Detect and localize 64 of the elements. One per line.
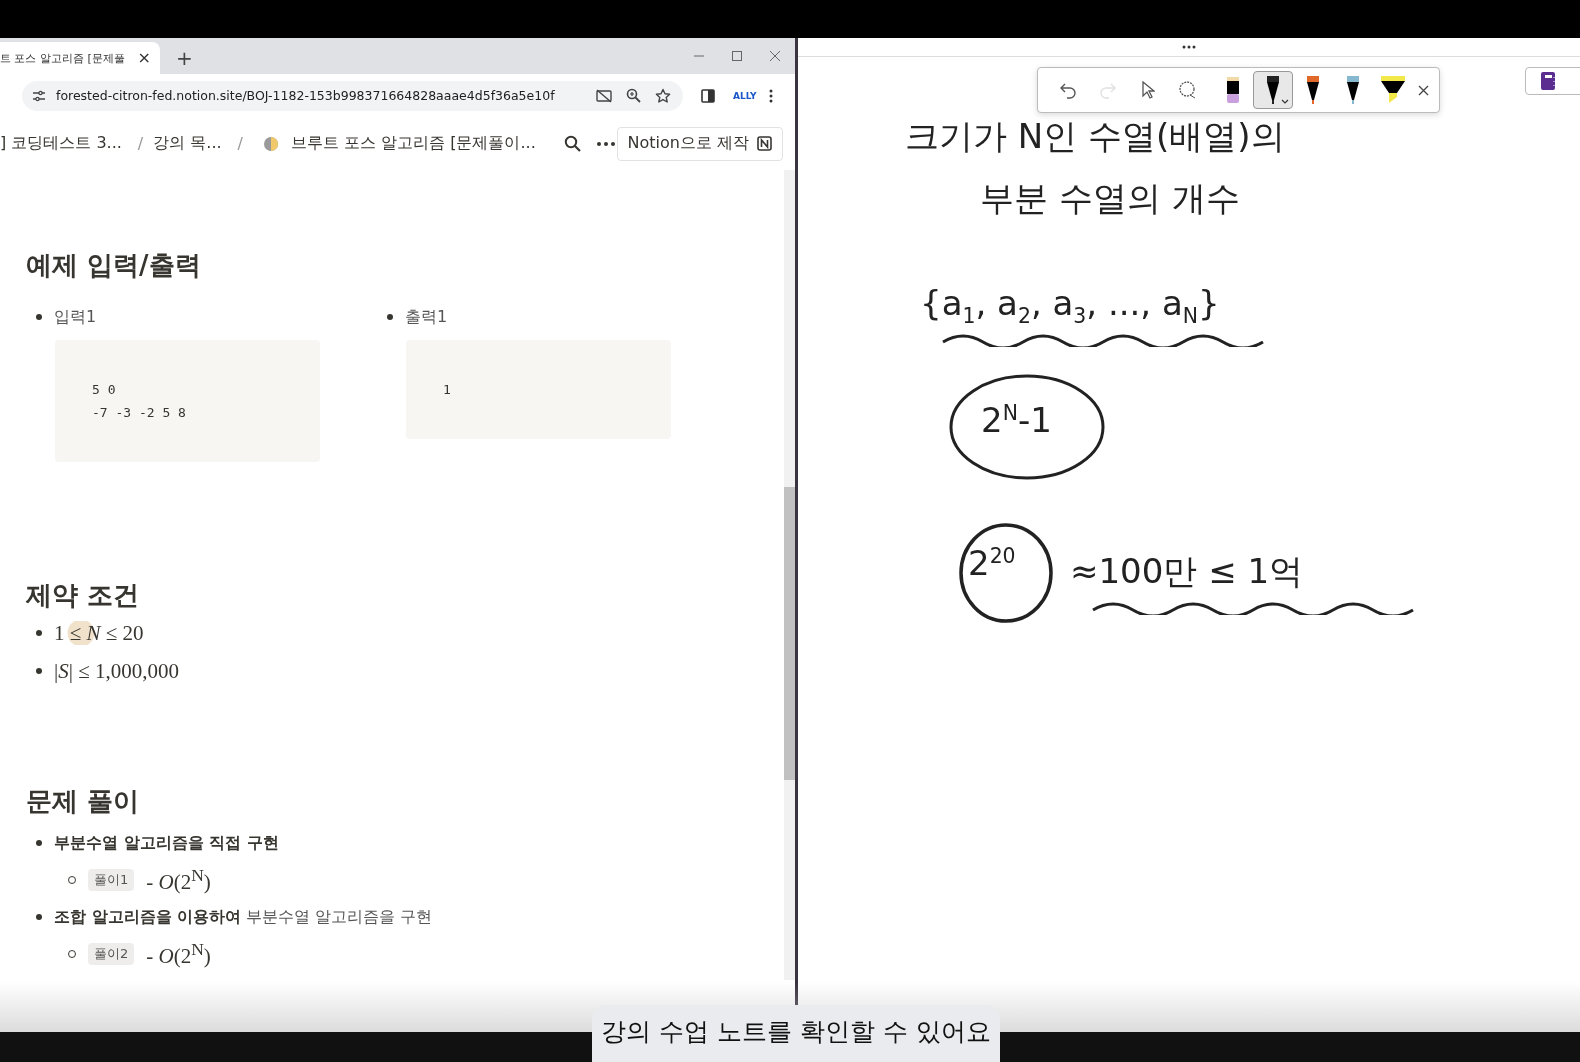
caret-icon <box>1281 99 1289 104</box>
more-vertical-icon[interactable] <box>768 88 773 103</box>
section-heading: 문제 풀이 <box>26 785 140 818</box>
url-text: forested-citron-fed.notion.site/BOJ-1182-153b998371664828aaae4d5f36a5e10f <box>56 88 556 103</box>
notebook-icon <box>1540 71 1556 91</box>
browser-tab[interactable]: 트 포스 알고리즘 [문제풀 × <box>0 42 160 74</box>
handwritten-text: {a$_{1}$, a$_{2}$, a$_{3}$, ..., a$_{N}$} <box>920 283 1220 329</box>
code-block: 5 0 -7 -3 -2 5 8 <box>55 340 320 462</box>
breadcrumb-link[interactable]: 강의 목... <box>153 133 222 154</box>
undo-icon <box>1059 81 1077 99</box>
tab-title: 트 포스 알고리즘 [문제풀 <box>0 50 125 66</box>
handwritten-text: 2$^{N}$-1 <box>981 400 1052 441</box>
redo-icon <box>1099 81 1117 99</box>
star-icon[interactable] <box>655 87 671 104</box>
zoom-icon[interactable] <box>626 88 641 103</box>
bullet-text: 부분수열 알고리즘을 직접 구현 <box>54 832 279 854</box>
handwritten-text: 크기가 N인 수열(배열)의 <box>905 116 1285 157</box>
math-formula: 1 ≤ N ≤ 20 <box>54 620 144 645</box>
tab-close-button[interactable]: × <box>134 49 154 67</box>
more-icon[interactable] <box>596 141 615 146</box>
bullet-dot <box>387 314 393 320</box>
drag-handle-icon[interactable] <box>1182 45 1196 49</box>
handwritten-text: 2$^{20}$ <box>968 543 1016 584</box>
section-heading: 예제 입력/출력 <box>26 249 201 282</box>
scrollbar-thumb[interactable] <box>784 487 795 780</box>
search-icon[interactable] <box>563 135 581 152</box>
bullet-dot <box>36 840 42 846</box>
breadcrumb-separator: / <box>237 134 243 153</box>
lasso-icon <box>1178 81 1198 99</box>
bullet-dot <box>36 630 42 636</box>
example-label: 출력1 <box>405 306 448 328</box>
camera-off-icon[interactable] <box>596 88 612 103</box>
made-with-notion-button[interactable]: Notion으로 제작 <box>616 126 783 161</box>
address-bar[interactable]: forested-citron-fed.notion.site/BOJ-1182-153b998371664828aaae4d5f36a5e10f <box>22 80 683 111</box>
bullet-dot <box>36 914 42 920</box>
tune-icon[interactable] <box>32 89 46 102</box>
notebook-button[interactable] <box>1525 67 1580 95</box>
section-heading: 제약 조건 <box>26 579 140 612</box>
extension-icon[interactable]: ALLY <box>733 90 757 101</box>
toolbar-tool[interactable] <box>1253 71 1293 109</box>
breadcrumb-link[interactable]: ] 코딩테스트 3... <box>0 133 122 154</box>
code-block: 1 <box>406 340 671 439</box>
example-label: 입력1 <box>54 306 97 328</box>
handwritten-text: 부분 수열의 개수 <box>980 178 1240 219</box>
close-icon[interactable] <box>769 50 781 62</box>
subtitle-caption: 강의 수업 노트를 확인할 수 있어요 <box>601 1016 991 1048</box>
notion-logo-icon <box>757 136 772 151</box>
side-panel-icon[interactable] <box>701 88 715 103</box>
breadcrumb-link[interactable]: 브루트 포스 알고리즘 [문제풀이... <box>291 133 536 154</box>
complexity-formula: - O(2$^{N}$) <box>146 865 211 895</box>
math-formula: |S| ≤ 1,000,000 <box>54 658 179 683</box>
complexity-formula: - O(2$^{N}$) <box>146 939 211 969</box>
pointer-icon <box>1141 81 1155 99</box>
close-icon[interactable] <box>1418 84 1429 96</box>
new-tab-button[interactable]: + <box>172 47 197 69</box>
handwritten-text: ≈100만 ≤ 1억 <box>1070 551 1304 592</box>
bullet-text: 조합 알고리즘을 이용하여 부분수열 알고리즘을 구현 <box>54 906 433 928</box>
maximize-icon[interactable] <box>731 50 743 62</box>
solution-tag: 풀이1 <box>88 869 135 891</box>
bullet-dot <box>36 314 42 320</box>
solution-tag: 풀이2 <box>88 943 135 965</box>
breadcrumb-separator: / <box>137 134 144 153</box>
bullet-dot <box>36 668 42 674</box>
page-icon <box>263 135 279 152</box>
